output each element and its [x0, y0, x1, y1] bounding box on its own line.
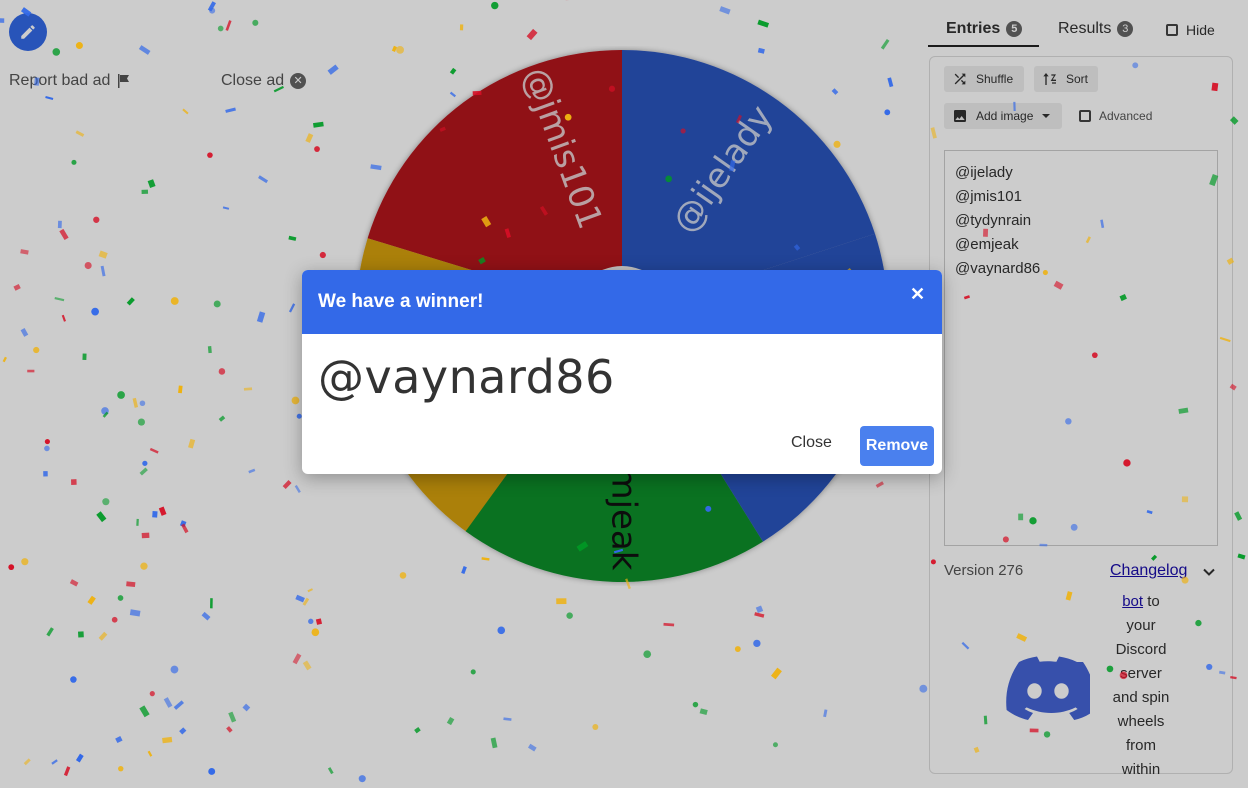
close-icon[interactable]: ✕: [910, 284, 925, 305]
winner-name: @vaynard86: [318, 350, 615, 404]
close-button[interactable]: Close: [791, 434, 832, 452]
dialog-header: We have a winner! ✕: [302, 270, 942, 334]
winner-dialog: We have a winner! ✕ @vaynard86 Close Rem…: [302, 270, 942, 474]
remove-button[interactable]: Remove: [860, 426, 934, 466]
dialog-title: We have a winner!: [318, 291, 484, 312]
